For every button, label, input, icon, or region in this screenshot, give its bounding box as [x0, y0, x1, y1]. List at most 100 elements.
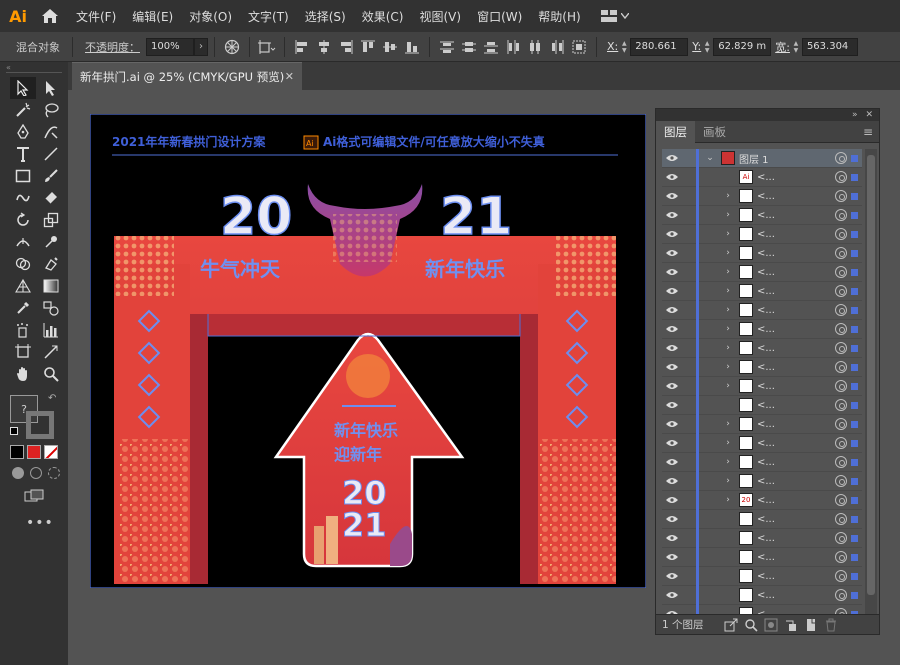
y-stepper[interactable]: ▲ ▼: [701, 38, 713, 56]
sublayer-name[interactable]: <...: [757, 476, 835, 487]
visibility-eye-icon[interactable]: [662, 325, 682, 333]
visibility-eye-icon[interactable]: [662, 534, 682, 542]
selection-indicator[interactable]: [851, 420, 858, 428]
sublayer-row[interactable]: › <...: [662, 281, 862, 301]
sublayer-row[interactable]: <...: [662, 566, 862, 586]
sublayer-name[interactable]: <...: [757, 267, 835, 278]
sublayer-name[interactable]: <...: [757, 305, 835, 316]
gradient-tool[interactable]: [38, 275, 64, 297]
home-button[interactable]: [32, 0, 68, 32]
target-circle-icon[interactable]: [835, 418, 847, 430]
target-circle-icon[interactable]: [835, 361, 847, 373]
sublayer-name[interactable]: <...: [757, 590, 835, 601]
sublayer-name[interactable]: <...: [757, 457, 835, 468]
align-hcenter-button[interactable]: [315, 39, 333, 55]
distribute-left-button[interactable]: [504, 39, 522, 55]
sublayer-name[interactable]: <...: [757, 571, 835, 582]
sublayer-row[interactable]: › <...: [662, 205, 862, 225]
expand-chevron-icon[interactable]: ›: [721, 248, 735, 258]
sublayer-name[interactable]: <...: [757, 229, 835, 240]
target-circle-icon[interactable]: [835, 399, 847, 411]
target-circle-icon[interactable]: [835, 342, 847, 354]
menu-object[interactable]: 对象(O): [181, 0, 240, 32]
live-paint-tool[interactable]: [38, 253, 64, 275]
sublayer-name[interactable]: <...: [757, 286, 835, 297]
sublayer-row[interactable]: › <...: [662, 471, 862, 491]
toolbox-grip[interactable]: «: [0, 62, 68, 72]
sublayer-row[interactable]: › <...: [662, 186, 862, 206]
target-circle-icon[interactable]: [835, 228, 847, 240]
default-fill-stroke-icon[interactable]: [10, 427, 18, 435]
sublayer-name[interactable]: <...: [757, 248, 835, 259]
sublayer-name[interactable]: <...: [757, 400, 835, 411]
tab-layers[interactable]: 图层: [656, 120, 695, 143]
sublayer-row[interactable]: › <...: [662, 319, 862, 339]
visibility-eye-icon[interactable]: [662, 173, 682, 181]
sublayer-row[interactable]: › 20 <...: [662, 490, 862, 510]
close-tab-icon[interactable]: ✕: [285, 70, 294, 83]
visibility-eye-icon[interactable]: [662, 420, 682, 428]
opacity-field[interactable]: 100%: [146, 37, 194, 56]
visibility-eye-icon[interactable]: [662, 477, 682, 485]
expand-chevron-icon[interactable]: ›: [721, 286, 735, 296]
sublayer-row[interactable]: <...: [662, 395, 862, 415]
visibility-eye-icon[interactable]: [662, 306, 682, 314]
target-circle-icon[interactable]: [835, 323, 847, 335]
selection-indicator[interactable]: [851, 363, 858, 371]
menu-help[interactable]: 帮助(H): [530, 0, 588, 32]
scrollbar-thumb[interactable]: [867, 155, 875, 595]
selection-indicator[interactable]: [851, 401, 858, 409]
zoom-tool[interactable]: [38, 363, 64, 385]
layer-name[interactable]: 图层 1: [739, 151, 835, 166]
trash-icon[interactable]: [824, 618, 838, 632]
visibility-eye-icon[interactable]: [662, 287, 682, 295]
distribute-vcenter-button[interactable]: [460, 39, 478, 55]
lasso-tool[interactable]: [38, 99, 64, 121]
sublayer-row[interactable]: › <...: [662, 243, 862, 263]
target-circle-icon[interactable]: [835, 513, 847, 525]
align-top-button[interactable]: [359, 39, 377, 55]
target-circle-icon[interactable]: [835, 437, 847, 449]
transform-button[interactable]: [258, 39, 276, 55]
menu-effect[interactable]: 效果(C): [354, 0, 412, 32]
selection-indicator[interactable]: [851, 268, 858, 276]
visibility-eye-icon[interactable]: [662, 192, 682, 200]
direct-selection-tool[interactable]: [38, 77, 64, 99]
sublayer-name[interactable]: <...: [757, 552, 835, 563]
expand-chevron-icon[interactable]: ›: [721, 324, 735, 334]
align-right-button[interactable]: [337, 39, 355, 55]
selection-indicator[interactable]: [851, 306, 858, 314]
visibility-eye-icon[interactable]: [662, 458, 682, 466]
close-panel-icon[interactable]: ✕: [865, 110, 873, 120]
visibility-eye-icon[interactable]: [662, 230, 682, 238]
sublayer-row[interactable]: Ai <...: [662, 167, 862, 187]
distribute-bottom-button[interactable]: [482, 39, 500, 55]
target-circle-icon[interactable]: [835, 285, 847, 297]
color-button[interactable]: [10, 445, 24, 459]
clipping-mask-icon[interactable]: [764, 618, 778, 632]
sublayer-name[interactable]: <...: [757, 191, 835, 202]
selection-indicator[interactable]: [851, 249, 858, 257]
slice-tool[interactable]: [38, 341, 64, 363]
sublayer-row[interactable]: <...: [662, 585, 862, 605]
sublayer-row[interactable]: › <...: [662, 338, 862, 358]
menu-type[interactable]: 文字(T): [240, 0, 297, 32]
selection-indicator[interactable]: [851, 496, 858, 504]
eraser-tool[interactable]: [38, 187, 64, 209]
shaper-tool[interactable]: [10, 187, 36, 209]
visibility-eye-icon[interactable]: [662, 496, 682, 504]
rotate-tool[interactable]: [10, 209, 36, 231]
distribute-hcenter-button[interactable]: [526, 39, 544, 55]
selection-indicator[interactable]: [851, 439, 858, 447]
export-icon[interactable]: [724, 618, 738, 632]
sublayer-row[interactable]: › <...: [662, 224, 862, 244]
target-circle-icon[interactable]: [835, 171, 847, 183]
layers-scrollbar[interactable]: [865, 149, 877, 617]
visibility-eye-icon[interactable]: [662, 515, 682, 523]
selection-indicator[interactable]: [851, 325, 858, 333]
target-circle-icon[interactable]: [835, 266, 847, 278]
expand-chevron-icon[interactable]: ›: [721, 305, 735, 315]
artboard[interactable]: 2021年年新春拱门设计方案 Ai Ai格式可编辑文件/可任意放大缩小不失真 2…: [90, 114, 646, 588]
type-tool[interactable]: [10, 143, 36, 165]
target-circle-icon[interactable]: [835, 209, 847, 221]
